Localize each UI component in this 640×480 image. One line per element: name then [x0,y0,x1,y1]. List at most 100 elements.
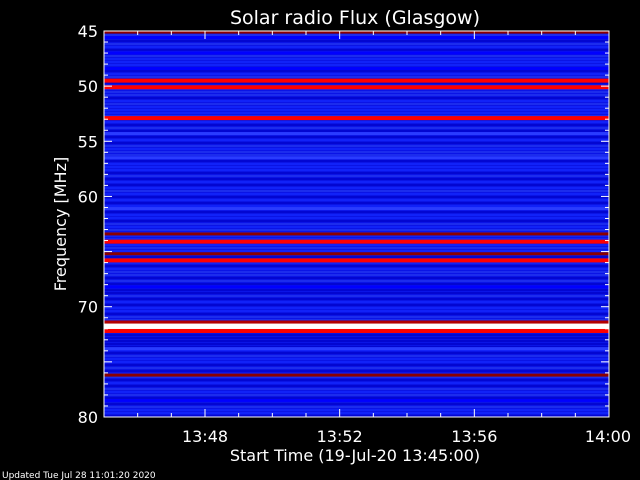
frequency-band [104,239,609,244]
noise-stripe [104,139,609,141]
noise-stripe [104,127,609,129]
noise-stripe [104,97,609,99]
frequency-band [104,328,609,333]
noise-stripe [104,370,609,372]
noise-stripe [104,214,609,216]
noise-stripe [104,343,609,345]
frequency-band [104,36,609,40]
frequency-band [104,258,609,263]
noise-stripe [104,394,609,396]
noise-stripe [104,124,609,126]
y-tick-label: 80 [78,408,98,427]
frequency-band [104,323,609,330]
noise-stripe [104,304,609,306]
noise-stripe [104,301,609,303]
frequency-band [104,207,609,211]
noise-stripe [104,70,609,72]
y-tick-label: 55 [78,132,98,151]
frequency-band [104,156,609,160]
frequency-band [104,78,609,83]
frequency-band [104,252,609,256]
update-timestamp: Updated Tue Jul 28 11:01:20 2020 [2,471,156,480]
chart-title: Solar radio Flux (Glasgow) [230,7,480,29]
noise-stripe [104,406,609,408]
y-tick-label: 50 [78,77,98,96]
noise-stripe [104,130,609,132]
noise-stripe [104,103,609,105]
y-tick-label: 70 [78,298,98,317]
noise-stripe [104,163,609,165]
noise-stripe [104,91,609,93]
noise-stripe [104,265,609,267]
noise-stripe [104,250,609,252]
noise-stripe [104,148,609,150]
noise-stripe [104,76,609,78]
noise-stripe [104,313,609,315]
noise-stripe [104,283,609,285]
noise-stripe [104,202,609,204]
noise-stripe [104,142,609,144]
noise-stripe [104,61,609,63]
noise-stripe [104,220,609,222]
noise-stripe [104,223,609,225]
noise-stripe [104,178,609,180]
noise-stripe [104,361,609,363]
noise-stripe [104,229,609,231]
noise-stripe [104,49,609,51]
noise-stripe [104,181,609,183]
noise-stripe [104,211,609,213]
frequency-band [104,85,609,90]
noise-stripe [104,184,609,186]
noise-stripe [104,280,609,282]
frequency-band [104,66,609,70]
noise-stripe [104,109,609,111]
x-tick-label: 13:52 [317,427,363,446]
noise-stripe [104,385,609,387]
noise-stripe [104,244,609,246]
noise-stripe [104,172,609,174]
noise-stripe [104,355,609,357]
noise-stripe [104,340,609,342]
noise-stripe [104,169,609,171]
noise-stripe [104,358,609,360]
noise-stripe [104,271,609,273]
noise-stripe [104,154,609,156]
frequency-band [104,347,609,351]
noise-stripe [104,382,609,384]
x-tick-label: 13:48 [182,427,228,446]
noise-stripe [104,205,609,207]
noise-stripe [104,268,609,270]
y-tick-label: 60 [78,187,98,206]
noise-stripe [104,190,609,192]
noise-stripe [104,166,609,168]
noise-stripe [104,292,609,294]
noise-stripe [104,34,609,36]
noise-stripe [104,388,609,390]
noise-stripe [104,364,609,366]
frequency-band [104,373,609,377]
noise-stripe [104,397,609,399]
noise-stripe [104,217,609,219]
spectrogram-chart: Solar radio Flux (Glasgow) 455055607080 … [2,7,631,480]
noise-stripe [104,307,609,309]
noise-stripe [104,94,609,96]
noise-stripe [104,295,609,297]
noise-stripe [104,379,609,381]
frequency-band [104,116,609,121]
noise-stripe [104,46,609,48]
noise-stripe [104,193,609,195]
noise-stripe [104,412,609,414]
noise-stripe [104,409,609,411]
noise-stripe [104,187,609,189]
noise-stripe [104,100,609,102]
noise-stripe [104,289,609,291]
noise-stripe [104,55,609,57]
noise-stripe [104,112,609,114]
noise-stripe [104,247,609,249]
noise-stripe [104,145,609,147]
y-axis-label: Frequency [MHz] [51,157,70,291]
noise-stripe [104,106,609,108]
noise-stripe [104,316,609,318]
noise-stripe [104,175,609,177]
noise-stripe [104,367,609,369]
